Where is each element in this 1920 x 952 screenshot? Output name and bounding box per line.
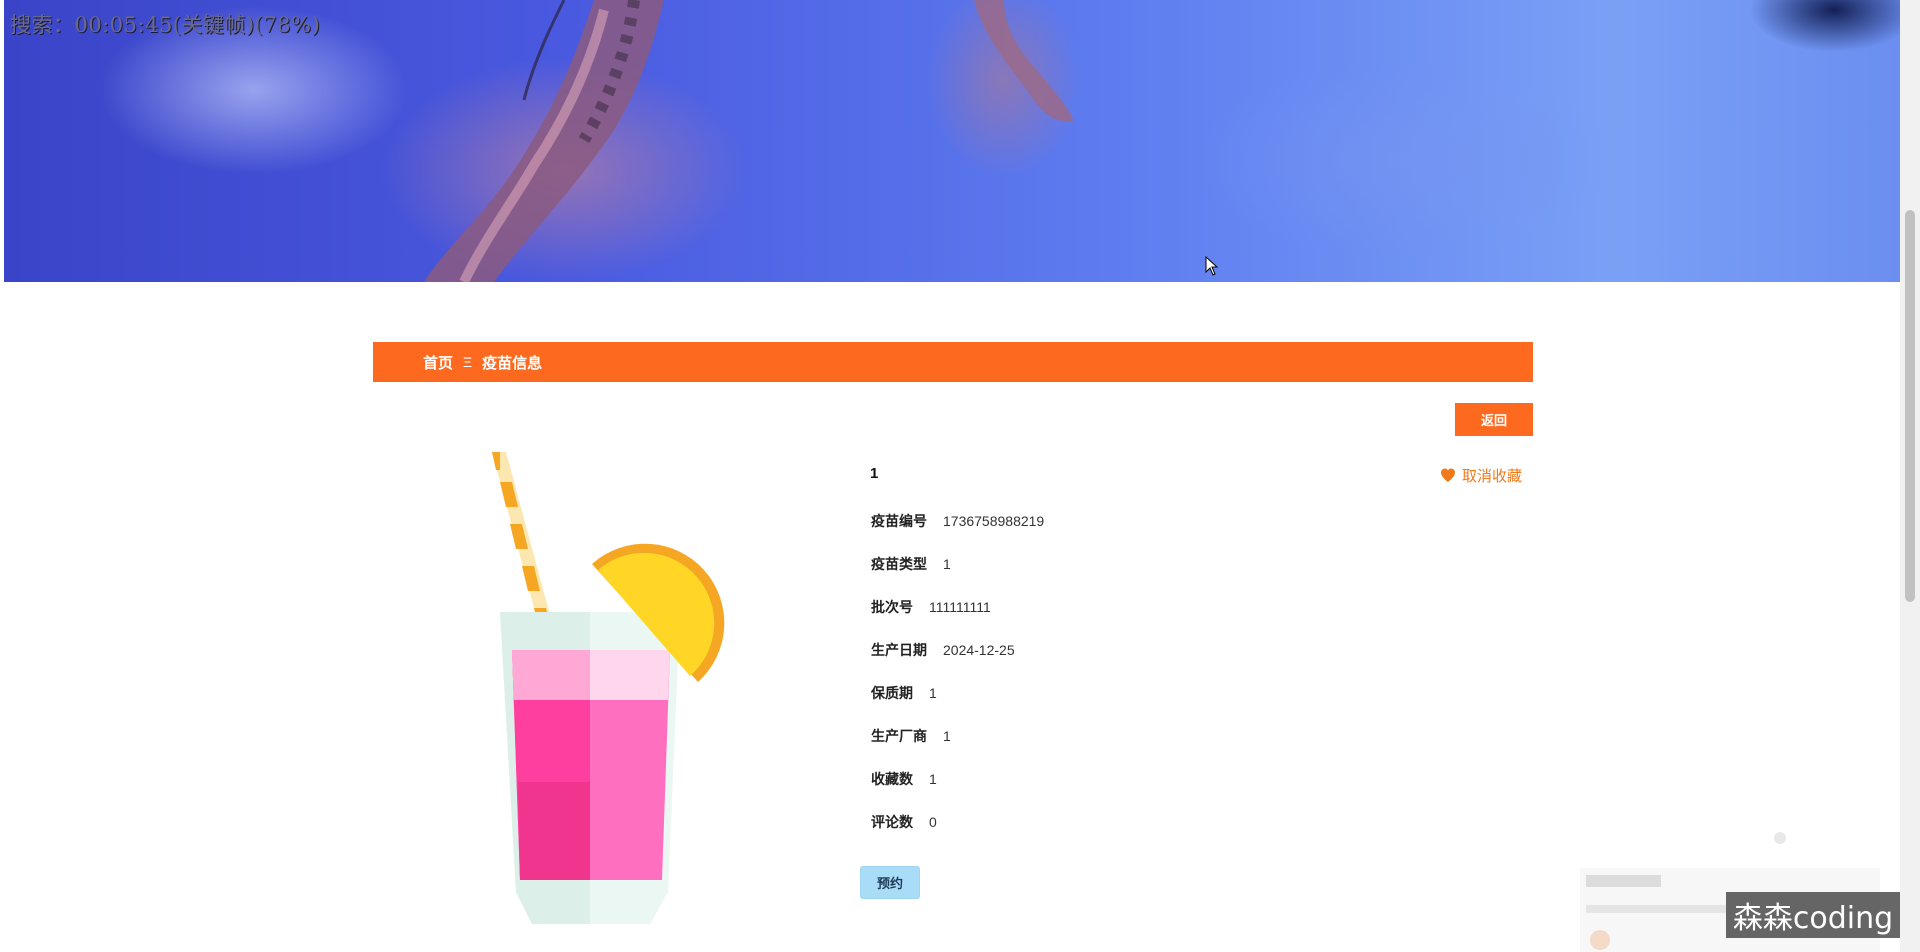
field-value: 1736758988219 — [943, 513, 1045, 529]
back-button[interactable]: 返回 — [1455, 403, 1533, 436]
field-value: 1 — [943, 556, 951, 572]
field-value: 1 — [943, 728, 951, 744]
field-label: 疫苗类型 — [871, 556, 927, 572]
scrollbar-thumb[interactable] — [1905, 210, 1915, 602]
video-search-overlay: 搜索：00:05:45(关键帧)(78%) — [10, 13, 321, 37]
field-label: 生产厂商 — [871, 728, 927, 744]
heart-icon — [1441, 468, 1455, 482]
breadcrumb: 首页 Ξ 疫苗信息 — [373, 342, 1533, 382]
unfavorite-button[interactable]: 取消收藏 — [1440, 465, 1522, 486]
field-batch-number: 批次号 111111111 — [871, 597, 991, 617]
seahorse-tail-illustration — [974, 0, 1074, 122]
breadcrumb-separator: Ξ — [463, 354, 473, 370]
product-title: 1 — [870, 465, 879, 482]
watermark: 森森coding — [1726, 892, 1900, 938]
field-value: 1 — [929, 771, 937, 787]
product-image — [492, 452, 725, 924]
book-button[interactable]: 预约 — [860, 866, 920, 899]
field-label: 保质期 — [871, 685, 913, 701]
field-label: 生产日期 — [871, 642, 927, 658]
field-value: 111111111 — [929, 599, 991, 615]
field-label: 批次号 — [871, 599, 913, 615]
field-label: 疫苗编号 — [871, 513, 927, 529]
field-vaccine-id: 疫苗编号 1736758988219 — [871, 511, 1044, 531]
field-production-date: 生产日期 2024-12-25 — [871, 640, 1015, 660]
breadcrumb-current: 疫苗信息 — [482, 354, 543, 372]
unfavorite-label: 取消收藏 — [1462, 468, 1523, 485]
field-favorite-count: 收藏数 1 — [871, 769, 937, 789]
breadcrumb-home[interactable]: 首页 — [423, 352, 453, 373]
field-value: 0 — [929, 814, 937, 830]
field-label: 评论数 — [871, 814, 913, 830]
seahorse-illustration — [424, 0, 664, 282]
field-comment-count: 评论数 0 — [871, 812, 937, 832]
mouse-pointer-icon — [1205, 256, 1219, 276]
page: 搜索：00:05:45(关键帧)(78%) 首页 Ξ 疫苗信息 返回 1 取消收… — [0, 0, 1900, 952]
field-manufacturer: 生产厂商 1 — [871, 726, 951, 746]
field-shelf-life: 保质期 1 — [871, 683, 937, 703]
field-label: 收藏数 — [871, 771, 913, 787]
field-value: 1 — [929, 685, 937, 701]
banner-image — [4, 0, 1900, 282]
field-value: 2024-12-25 — [943, 642, 1015, 658]
vertical-scrollbar[interactable] — [1900, 0, 1920, 952]
field-vaccine-type: 疫苗类型 1 — [871, 554, 951, 574]
